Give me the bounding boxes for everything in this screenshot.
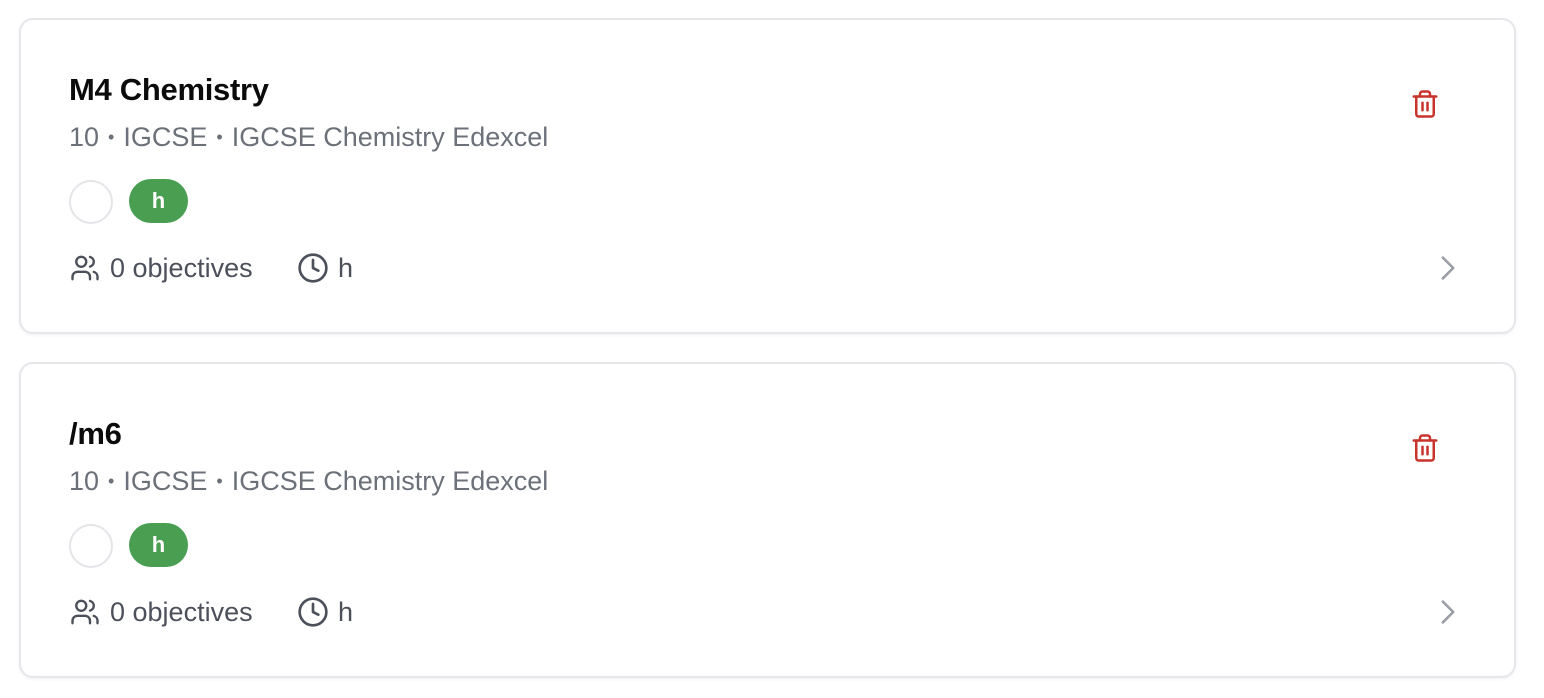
users-icon [71,255,99,281]
avatar-placeholder [69,524,113,568]
trash-icon [1412,434,1438,462]
tag-badge: h [129,523,188,567]
grade-label: 10 [69,122,100,152]
course-label: IGCSE Chemistry Edexcel [231,466,549,496]
card-meta: 10 • IGCSE • IGCSE Chemistry Edexcel [69,464,548,498]
lesson-card[interactable]: /m6 10 • IGCSE • IGCSE Chemistry Edexcel h 0… [19,362,1516,678]
chevron-right-icon [1441,600,1455,624]
separator: • [108,471,115,491]
tag-badge: h [129,179,188,223]
lesson-card[interactable]: M4 Chemistry 10 • IGCSE • IGCSE Chemistry Ed… [19,18,1516,334]
objectives-count: 0 objectives [110,252,253,283]
duration-stat: h [297,250,353,286]
open-button[interactable] [1436,254,1460,282]
trash-icon [1412,90,1438,118]
avatar-placeholder [69,180,113,224]
open-button[interactable] [1436,598,1460,626]
course-label: IGCSE Chemistry Edexcel [231,122,549,152]
separator: • [108,127,115,147]
duration-value: h [338,252,354,283]
objectives-count: 0 objectives [110,596,253,627]
separator: • [216,127,223,147]
users-icon [71,599,99,625]
objectives-stat: 0 objectives [69,250,253,286]
card-title: /m6 [69,416,122,451]
grade-label: 10 [69,466,100,496]
duration-stat: h [297,594,353,630]
card-meta: 10 • IGCSE • IGCSE Chemistry Edexcel [69,120,548,154]
clock-icon [298,597,328,627]
card-title: M4 Chemistry [69,72,269,107]
duration-value: h [338,596,354,627]
separator: • [216,471,223,491]
level-label: IGCSE [123,466,208,496]
delete-button[interactable] [1408,86,1442,122]
objectives-stat: 0 objectives [69,594,253,630]
level-label: IGCSE [123,122,208,152]
clock-icon [298,253,328,283]
chevron-right-icon [1441,256,1455,280]
delete-button[interactable] [1408,430,1442,466]
